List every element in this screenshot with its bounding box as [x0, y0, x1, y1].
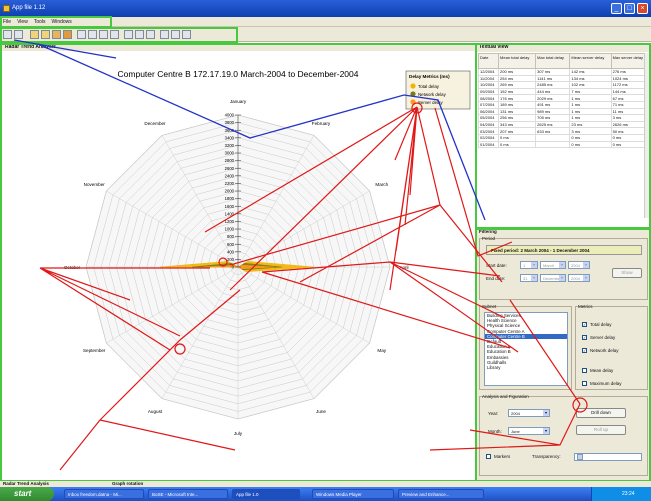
annotation-line [37, 43, 486, 221]
annotation-circle [174, 343, 186, 355]
annotation-circle [218, 257, 228, 267]
annotation-line [429, 299, 581, 451]
annotation-overlay [13, 39, 588, 471]
annotation-line [229, 106, 503, 283]
annotation-line [39, 267, 210, 351]
annotation-line [59, 289, 241, 471]
annotation-line [434, 107, 513, 257]
annotation-line [261, 261, 519, 353]
